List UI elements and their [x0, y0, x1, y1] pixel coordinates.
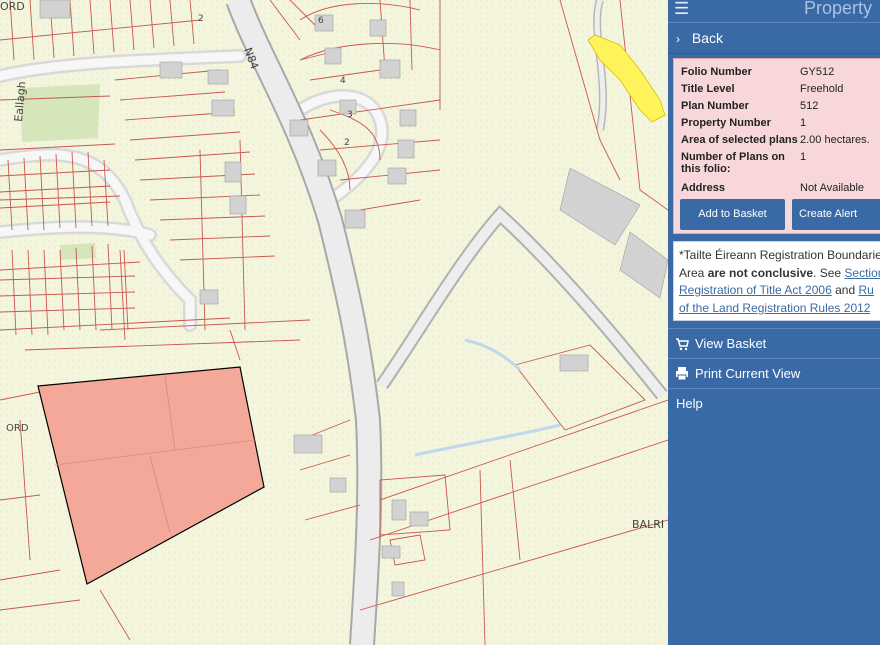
folio-value: 2.00 hectares.	[800, 134, 870, 146]
green-area	[20, 84, 100, 142]
create-alert-button[interactable]: Create Alert	[792, 199, 880, 230]
chevron-right-icon: ›	[676, 32, 680, 46]
help-label: Help	[676, 396, 703, 411]
edge-label: ORD	[6, 423, 29, 434]
add-to-basket-button[interactable]: Add to Basket	[680, 199, 785, 230]
folio-label: Number of Plans on this folio:	[681, 151, 785, 175]
view-basket-label: View Basket	[695, 336, 767, 351]
back-label: Back	[691, 30, 724, 46]
house-number: 4	[340, 76, 346, 86]
folio-info-box: Folio Number GY512 Title Level Freehold …	[673, 58, 880, 234]
back-button[interactable]: › Back	[668, 22, 880, 54]
folio-value: 1	[800, 117, 807, 129]
disclaimer-text: and	[831, 283, 859, 297]
folio-label: Folio Number	[681, 66, 752, 78]
help-item[interactable]: Help	[668, 388, 880, 418]
view-basket-item[interactable]: View Basket	[668, 328, 880, 358]
folio-label: Area of selected plans	[681, 134, 798, 146]
disclaimer-line: Registration of Title Act 2006 and Ru	[679, 282, 880, 300]
place-label: BALRI	[632, 518, 665, 531]
folio-value: Not Available	[800, 182, 865, 194]
disclaimer-line: Area are not conclusive. See Section 6	[679, 265, 880, 283]
house-number: 2	[198, 14, 204, 24]
disclaimer-emphasis: are not conclusive	[707, 265, 814, 280]
house-number: 2	[344, 138, 350, 148]
folio-value: Freehold	[800, 83, 844, 95]
folio-label: Title Level	[681, 83, 735, 95]
corner-label: ORD	[0, 0, 25, 13]
act-link[interactable]: Registration of Title Act 2006	[679, 283, 832, 297]
panel-header: ☰ Property	[668, 0, 880, 22]
print-current-view-item[interactable]: Print Current View	[668, 358, 880, 388]
map-canvas[interactable]	[0, 0, 668, 645]
rules-link[interactable]: Ru	[858, 283, 873, 297]
property-panel: ☰ Property › Back Folio Number GY512 Tit…	[668, 0, 880, 645]
hamburger-icon[interactable]: ☰	[674, 0, 689, 18]
map-view[interactable]: N84 Eallagh BALRI ORD ORD 2 6 4 3 2	[0, 0, 668, 645]
folio-value: 512	[800, 100, 819, 112]
disclaimer-box: *Tailte Éireann Registration Boundaries …	[673, 241, 880, 321]
house-number: 3	[347, 110, 353, 120]
green-area	[60, 243, 96, 260]
rules-link-cont[interactable]: of the Land Registration Rules 2012	[679, 301, 870, 315]
folio-value: 1	[800, 151, 807, 163]
disclaimer-text: . See	[813, 265, 845, 280]
disclaimer-line: of the Land Registration Rules 2012	[679, 300, 880, 318]
panel-title: Property	[804, 0, 873, 18]
folio-label: Address	[681, 182, 726, 194]
disclaimer-line: *Tailte Éireann Registration Boundaries …	[679, 248, 880, 262]
print-current-view-label: Print Current View	[695, 366, 801, 381]
folio-label: Property Number	[681, 117, 771, 129]
section-link[interactable]: Section 6	[844, 266, 880, 280]
folio-label: Plan Number	[681, 100, 749, 112]
house-number: 6	[318, 16, 324, 26]
folio-value: GY512	[800, 66, 835, 78]
disclaimer-text: Area	[679, 265, 708, 280]
